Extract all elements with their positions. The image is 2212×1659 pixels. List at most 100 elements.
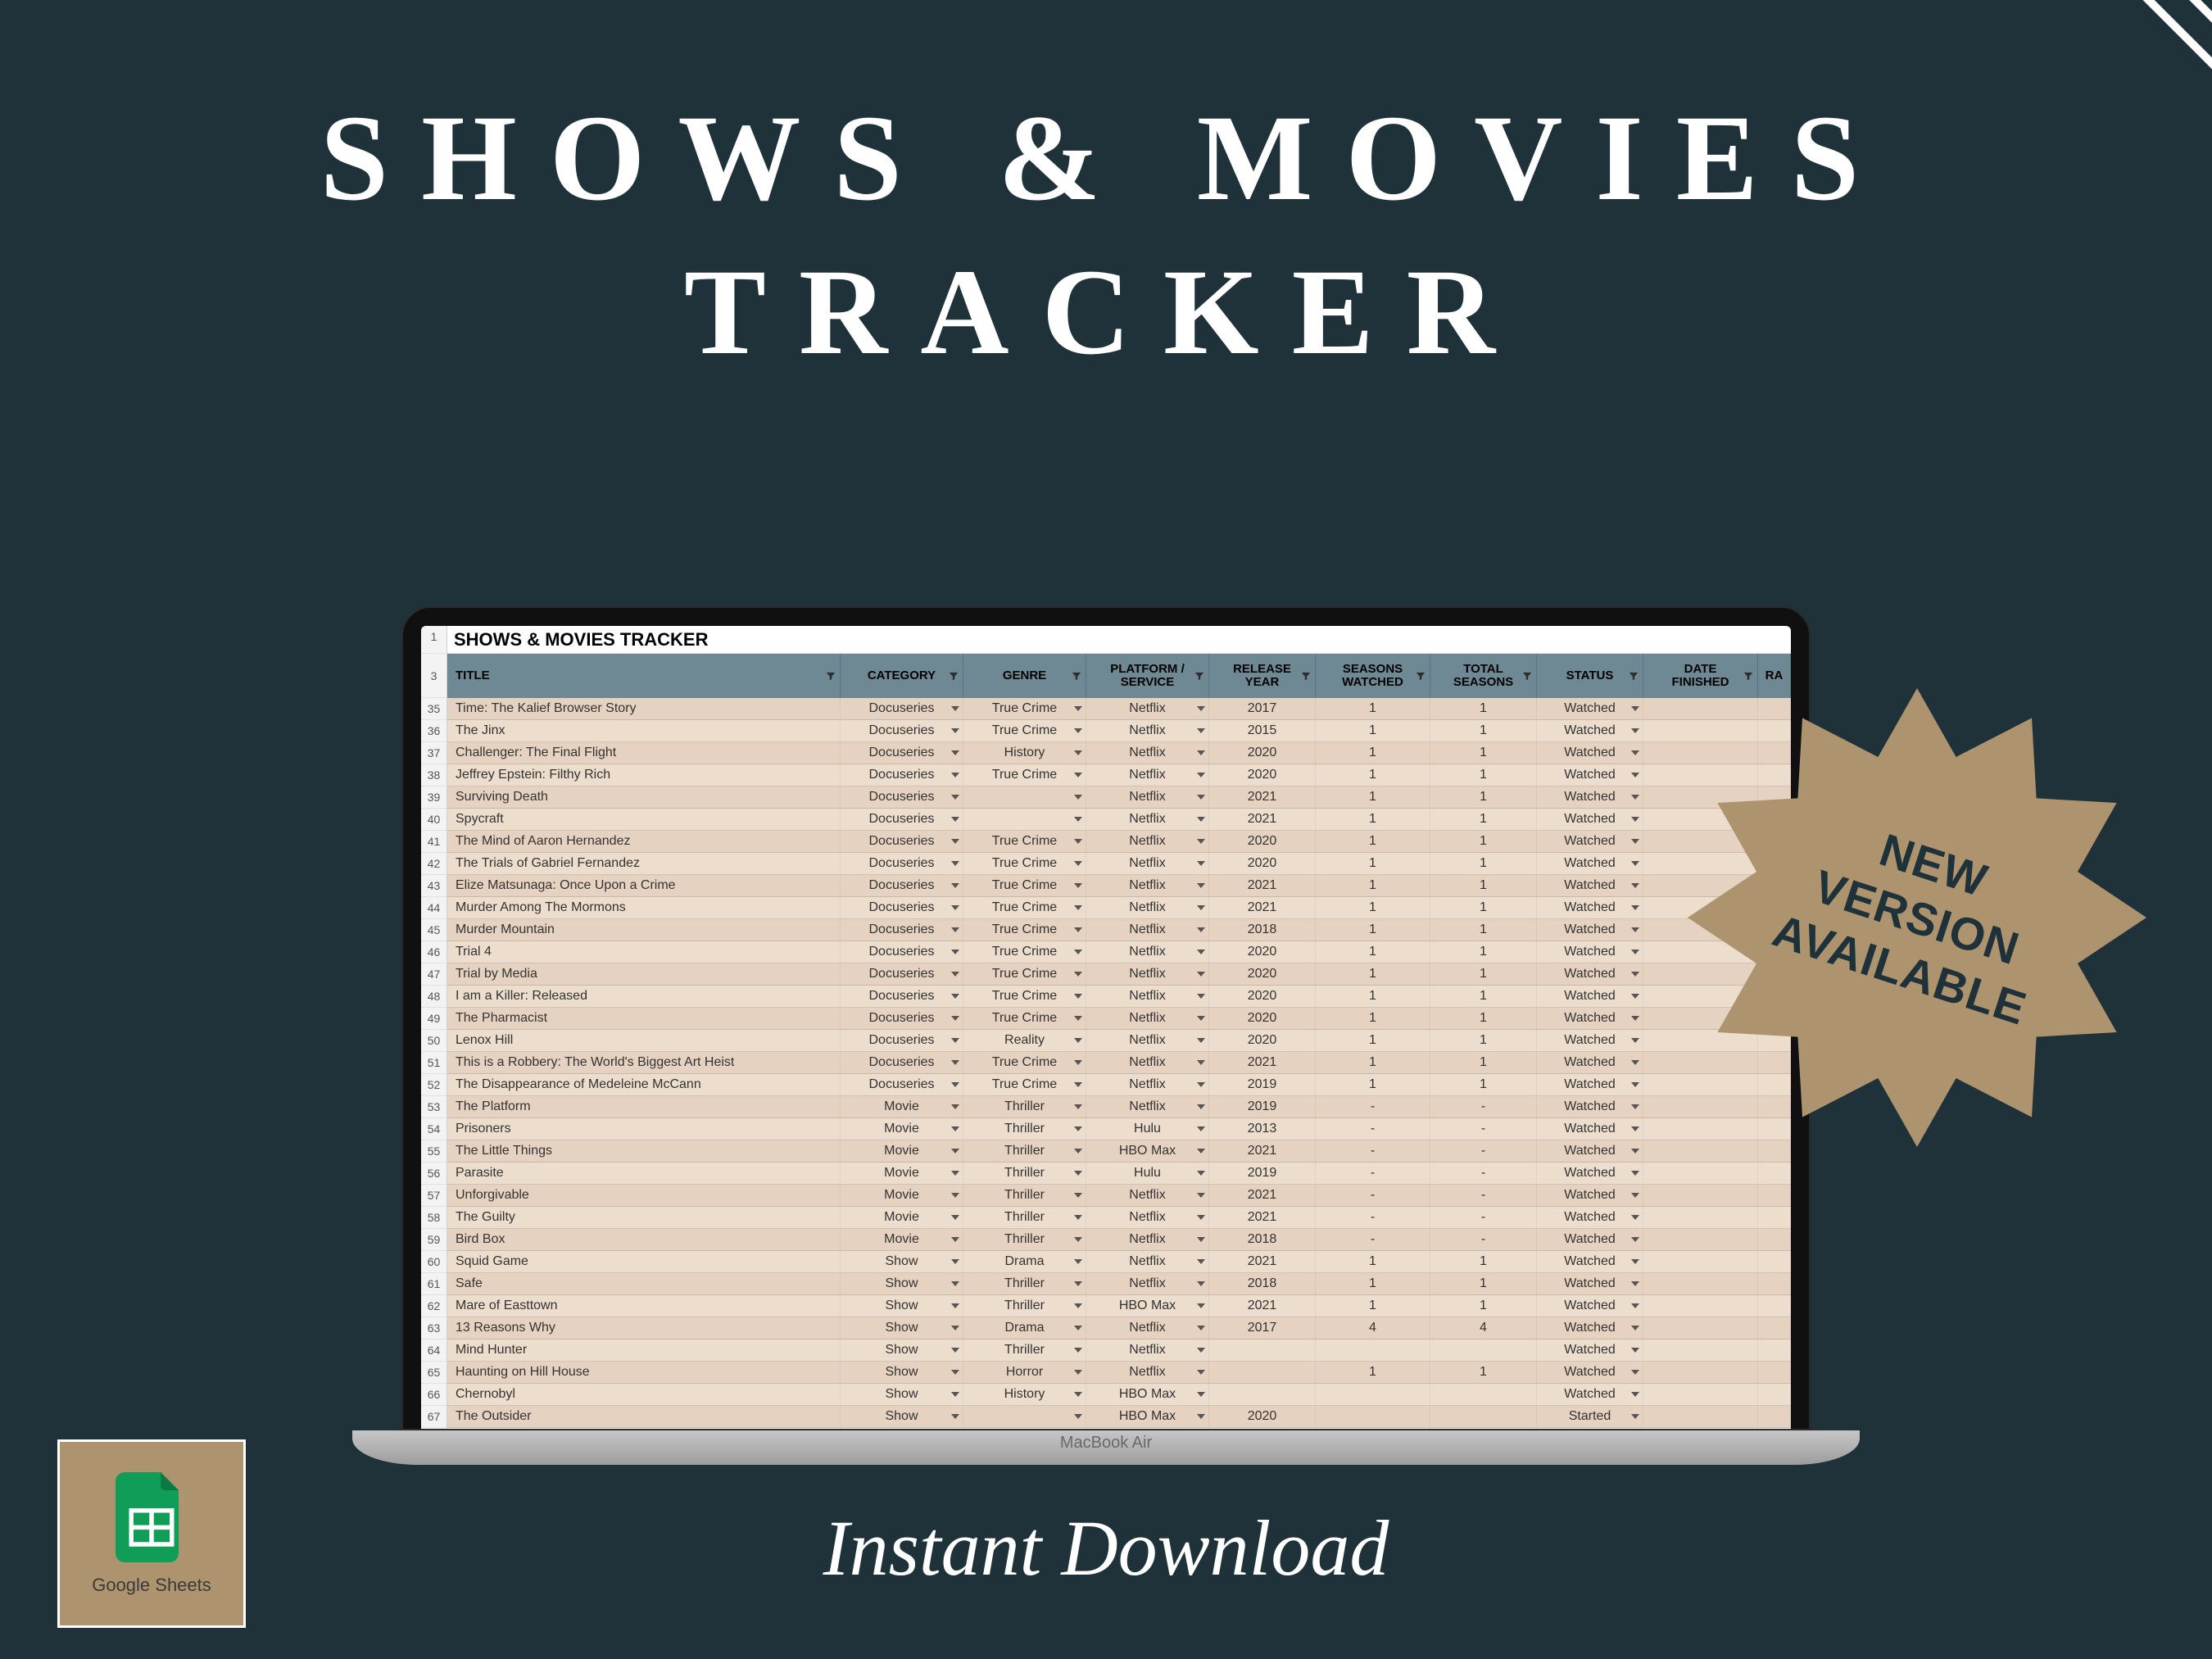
chevron-down-icon[interactable] xyxy=(1631,1259,1639,1264)
chevron-down-icon[interactable] xyxy=(951,1215,959,1220)
cell-title[interactable]: Trial by Media xyxy=(447,963,841,985)
cell-status[interactable]: Watched xyxy=(1537,1163,1643,1184)
chevron-down-icon[interactable] xyxy=(951,950,959,954)
cell-title[interactable]: The Disappearance of Medeleine McCann xyxy=(447,1074,841,1095)
chevron-down-icon[interactable] xyxy=(1631,1237,1639,1242)
cell-platform[interactable]: Netflix xyxy=(1086,720,1209,741)
cell-title[interactable]: The Outsider xyxy=(447,1406,841,1427)
chevron-down-icon[interactable] xyxy=(951,1237,959,1242)
chevron-down-icon[interactable] xyxy=(1074,972,1082,977)
filter-icon[interactable] xyxy=(1071,670,1082,682)
chevron-down-icon[interactable] xyxy=(951,1149,959,1154)
cell-year[interactable]: 2020 xyxy=(1209,941,1316,963)
chevron-down-icon[interactable] xyxy=(1074,817,1082,822)
chevron-down-icon[interactable] xyxy=(1197,1414,1205,1419)
cell-status[interactable]: Watched xyxy=(1537,1118,1643,1140)
cell-category[interactable]: Movie xyxy=(841,1229,963,1250)
chevron-down-icon[interactable] xyxy=(1074,1348,1082,1353)
chevron-down-icon[interactable] xyxy=(1074,1126,1082,1131)
cell-status[interactable]: Watched xyxy=(1537,1339,1643,1361)
cell-platform[interactable]: Netflix xyxy=(1086,698,1209,719)
cell-title[interactable]: Jeffrey Epstein: Filthy Rich xyxy=(447,764,841,786)
chevron-down-icon[interactable] xyxy=(951,1060,959,1065)
chevron-down-icon[interactable] xyxy=(1197,1370,1205,1375)
cell-sw[interactable] xyxy=(1316,1339,1430,1361)
cell-year[interactable]: 2013 xyxy=(1209,1118,1316,1140)
chevron-down-icon[interactable] xyxy=(1197,795,1205,800)
cell-platform[interactable]: Netflix xyxy=(1086,1185,1209,1206)
cell-genre[interactable]: Thriller xyxy=(963,1207,1086,1228)
cell-sw[interactable]: 1 xyxy=(1316,963,1430,985)
cell-title[interactable]: Spycraft xyxy=(447,809,841,830)
chevron-down-icon[interactable] xyxy=(1074,994,1082,999)
cell-genre[interactable]: Thriller xyxy=(963,1339,1086,1361)
table-row[interactable]: SafeShowThrillerNetflix201811Watched xyxy=(447,1273,1791,1295)
table-row[interactable]: The GuiltyMovieThrillerNetflix2021--Watc… xyxy=(447,1207,1791,1229)
cell-status[interactable]: Watched xyxy=(1537,1052,1643,1073)
table-row[interactable]: 13 Reasons WhyShowDramaNetflix201744Watc… xyxy=(447,1317,1791,1339)
cell-year[interactable]: 2015 xyxy=(1209,720,1316,741)
chevron-down-icon[interactable] xyxy=(1197,1215,1205,1220)
cell-platform[interactable]: Netflix xyxy=(1086,897,1209,918)
cell-rate[interactable] xyxy=(1758,1229,1791,1250)
cell-genre[interactable]: Thriller xyxy=(963,1163,1086,1184)
table-row[interactable]: ChernobylShowHistoryHBO MaxWatched xyxy=(447,1384,1791,1406)
chevron-down-icon[interactable] xyxy=(1197,905,1205,910)
cell-title[interactable]: Trial 4 xyxy=(447,941,841,963)
cell-ts[interactable]: 1 xyxy=(1430,720,1537,741)
cell-title[interactable]: Bird Box xyxy=(447,1229,841,1250)
table-row[interactable]: Jeffrey Epstein: Filthy RichDocuseriesTr… xyxy=(447,764,1791,786)
cell-genre[interactable]: True Crime xyxy=(963,875,1086,896)
cell-date[interactable] xyxy=(1643,1251,1758,1272)
table-row[interactable]: The Mind of Aaron HernandezDocuseriesTru… xyxy=(447,831,1791,853)
cell-genre[interactable]: Thriller xyxy=(963,1118,1086,1140)
cell-platform[interactable]: Netflix xyxy=(1086,1251,1209,1272)
column-header-title[interactable]: TITLE xyxy=(447,654,841,698)
table-row[interactable]: The PharmacistDocuseriesTrue CrimeNetfli… xyxy=(447,1008,1791,1030)
chevron-down-icon[interactable] xyxy=(1074,1082,1082,1087)
chevron-down-icon[interactable] xyxy=(1074,1193,1082,1198)
column-header-year[interactable]: RELEASE YEAR xyxy=(1209,654,1316,698)
cell-sw[interactable]: - xyxy=(1316,1163,1430,1184)
cell-year[interactable]: 2021 xyxy=(1209,1251,1316,1272)
cell-sw[interactable]: 1 xyxy=(1316,831,1430,852)
table-row[interactable]: Mind HunterShowThrillerNetflixWatched xyxy=(447,1339,1791,1362)
cell-title[interactable]: Murder Mountain xyxy=(447,919,841,941)
chevron-down-icon[interactable] xyxy=(951,861,959,866)
cell-sw[interactable]: 1 xyxy=(1316,720,1430,741)
cell-title[interactable]: Surviving Death xyxy=(447,786,841,808)
cell-sw[interactable]: 1 xyxy=(1316,897,1430,918)
cell-status[interactable]: Watched xyxy=(1537,963,1643,985)
cell-ts[interactable]: 1 xyxy=(1430,1251,1537,1272)
cell-year[interactable]: 2018 xyxy=(1209,1273,1316,1294)
cell-category[interactable]: Docuseries xyxy=(841,875,963,896)
cell-year[interactable]: 2021 xyxy=(1209,1295,1316,1317)
column-header-status[interactable]: STATUS xyxy=(1537,654,1643,698)
cell-platform[interactable]: Netflix xyxy=(1086,1207,1209,1228)
chevron-down-icon[interactable] xyxy=(1631,1281,1639,1286)
cell-platform[interactable]: Netflix xyxy=(1086,742,1209,764)
table-row[interactable]: Challenger: The Final FlightDocuseriesHi… xyxy=(447,742,1791,764)
cell-category[interactable]: Docuseries xyxy=(841,919,963,941)
chevron-down-icon[interactable] xyxy=(1631,750,1639,755)
chevron-down-icon[interactable] xyxy=(1631,1392,1639,1397)
chevron-down-icon[interactable] xyxy=(1074,861,1082,866)
chevron-down-icon[interactable] xyxy=(1631,1215,1639,1220)
cell-title[interactable]: I am a Killer: Released xyxy=(447,986,841,1007)
table-row[interactable]: ParasiteMovieThrillerHulu2019--Watched xyxy=(447,1163,1791,1185)
cell-category[interactable]: Docuseries xyxy=(841,941,963,963)
cell-rate[interactable] xyxy=(1758,1207,1791,1228)
cell-genre[interactable]: Thriller xyxy=(963,1229,1086,1250)
cell-date[interactable] xyxy=(1643,1163,1758,1184)
cell-ts[interactable]: 1 xyxy=(1430,1273,1537,1294)
chevron-down-icon[interactable] xyxy=(1631,883,1639,888)
cell-year[interactable]: 2020 xyxy=(1209,1008,1316,1029)
chevron-down-icon[interactable] xyxy=(1074,1281,1082,1286)
table-row[interactable]: SpycraftDocuseriesNetflix202111Watched xyxy=(447,809,1791,831)
cell-rate[interactable] xyxy=(1758,1406,1791,1427)
cell-platform[interactable]: Hulu xyxy=(1086,1118,1209,1140)
chevron-down-icon[interactable] xyxy=(1074,1370,1082,1375)
cell-status[interactable]: Watched xyxy=(1537,853,1643,874)
cell-ts[interactable]: 1 xyxy=(1430,1030,1537,1051)
cell-platform[interactable]: Netflix xyxy=(1086,764,1209,786)
